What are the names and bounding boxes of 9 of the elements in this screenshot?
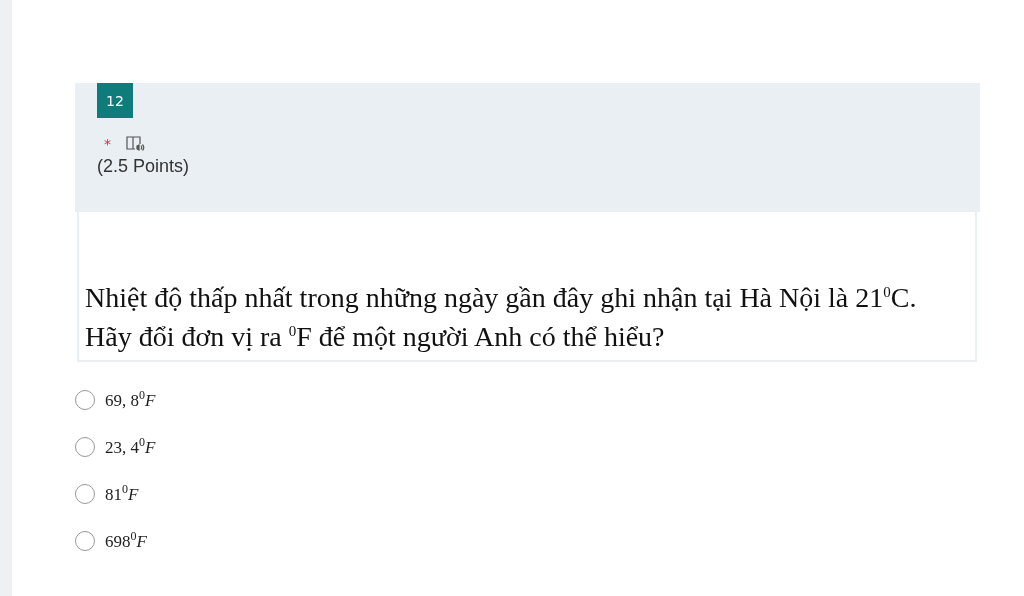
answer-option[interactable]: 698$^{0}$F <box>75 528 147 553</box>
required-mark: * <box>104 136 111 152</box>
question-number: 12 <box>97 83 133 118</box>
points-label: (2.5 Points) <box>97 156 191 177</box>
immersive-reader-icon[interactable] <box>125 134 145 154</box>
answer-option[interactable]: 69, 8$^{0}$F <box>75 387 156 412</box>
answer-option[interactable]: 81$^{0}$F <box>75 481 139 506</box>
question-text: Nhiệt độ thấp nhất trong những ngày gần đây ghi nhận tại Hà Nội là 21$^{0}$C. Hãy đổi đơn vị ra $^{0}$F để một người Anh có thể hiểu? <box>77 212 977 362</box>
answer-option[interactable]: 23, 4$^{0}$F <box>75 434 156 459</box>
